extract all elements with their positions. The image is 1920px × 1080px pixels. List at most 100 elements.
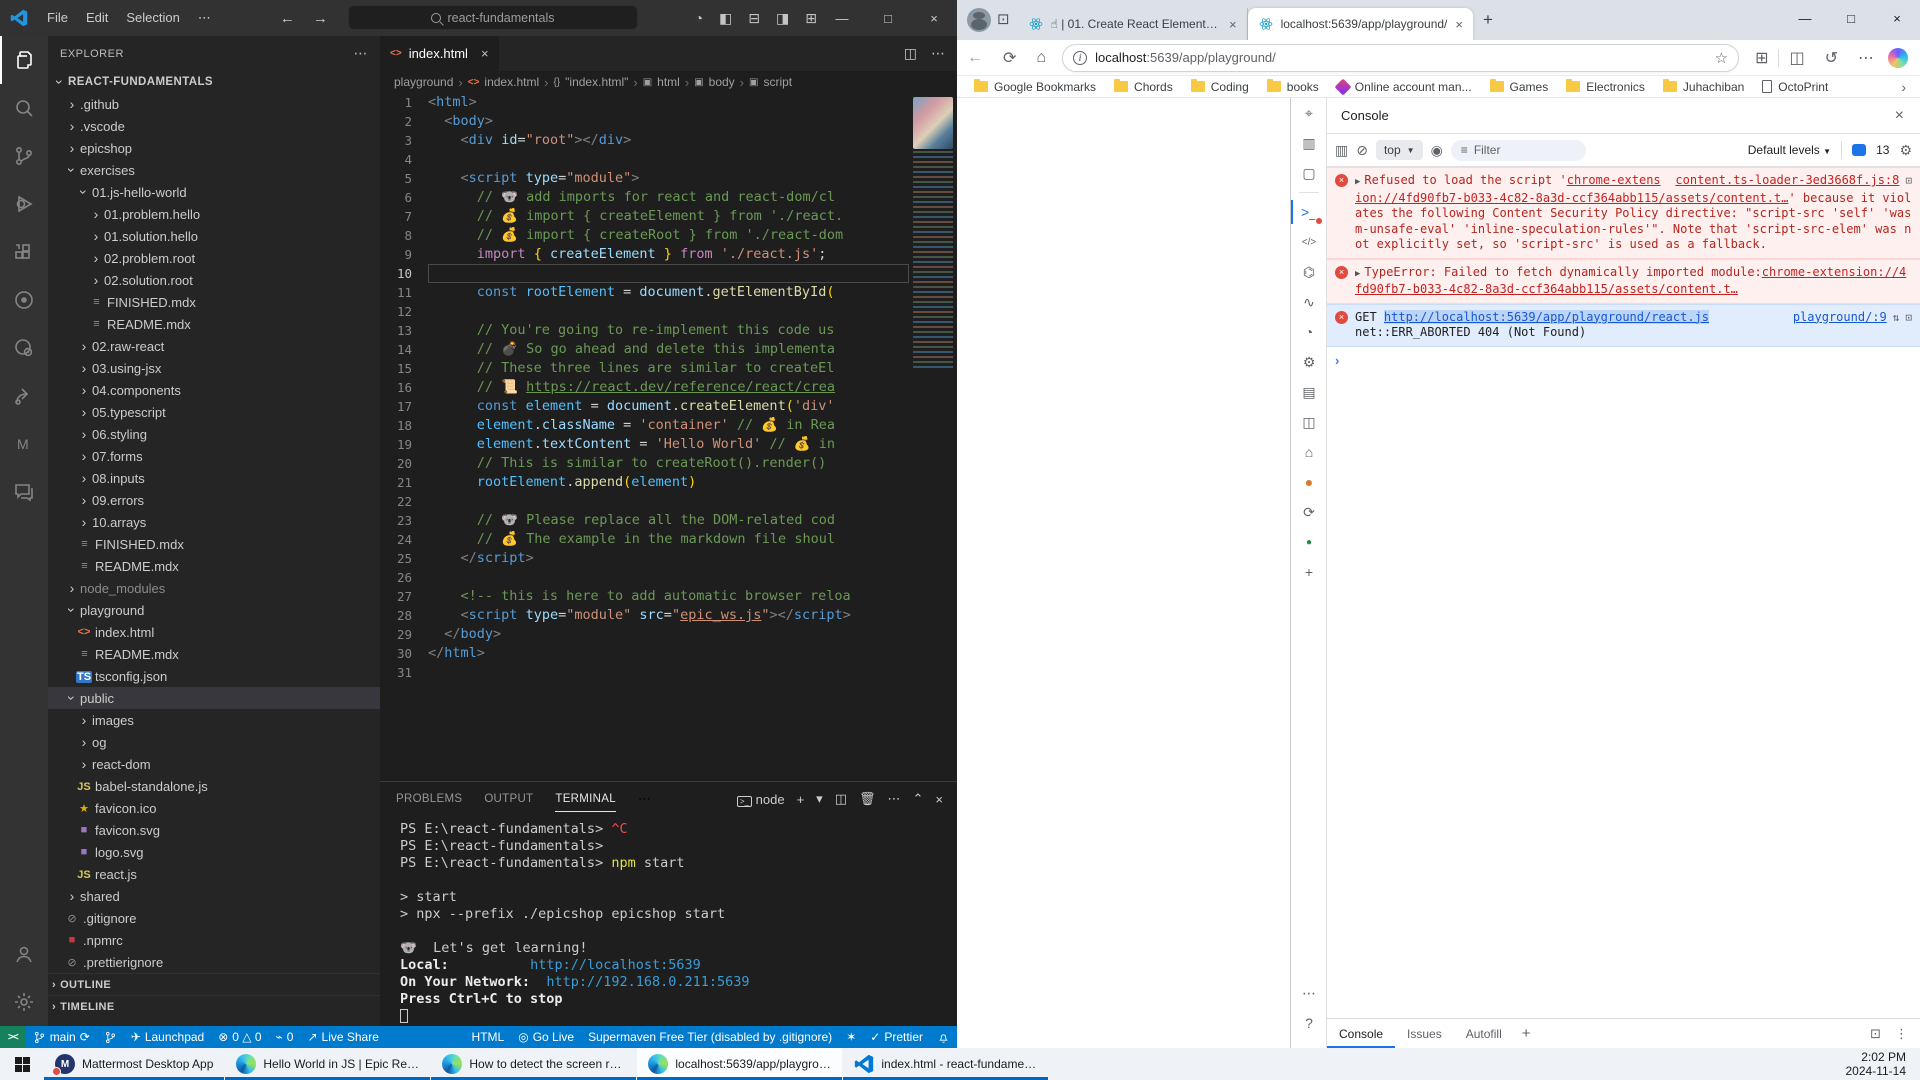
tree-item-index-html[interactable]: <>index.html <box>48 621 380 643</box>
context-selector[interactable]: top▼ <box>1376 140 1423 160</box>
close-tab-icon[interactable]: × <box>1455 17 1463 32</box>
tree-item-playground[interactable]: ›playground <box>48 599 380 621</box>
terminal-shell-label[interactable]: >_ node <box>737 792 785 807</box>
supermaven-button[interactable]: Supermaven Free Tier (disabled by .gitig… <box>581 1026 839 1048</box>
drawer-action-icon[interactable]: ⊡ <box>1870 1026 1881 1042</box>
extensions-icon[interactable] <box>0 228 48 276</box>
tree-item-09-errors[interactable]: ›09.errors <box>48 489 380 511</box>
customize-layout-icon[interactable]: ⊞ <box>805 10 817 27</box>
start-button[interactable] <box>0 1048 44 1080</box>
minimize-button[interactable]: — <box>1782 0 1828 36</box>
kill-terminal-icon[interactable]: 🗑 <box>859 791 876 807</box>
toggle-sidebar-icon[interactable]: ◧ <box>719 10 732 27</box>
bookmark-games[interactable]: Games <box>1481 80 1558 94</box>
nav-forward-icon[interactable]: → <box>313 10 328 27</box>
bookmark-juhachiban[interactable]: Juhachiban <box>1654 80 1753 94</box>
run-debug-icon[interactable] <box>0 180 48 228</box>
gitlens-button[interactable] <box>97 1026 124 1048</box>
breadcrumb-item[interactable]: html <box>657 75 680 89</box>
help-icon[interactable]: ? <box>1291 1008 1327 1038</box>
bookmark-octoprint[interactable]: OctoPrint <box>1753 80 1837 94</box>
taskbar-vscode[interactable]: index.html - react-fundamentals -... <box>843 1048 1048 1080</box>
taskbar-edge-3[interactable]: localhost:5639/app/playground/ a... <box>637 1048 842 1080</box>
section-outline[interactable]: ›OUTLINE <box>48 973 380 995</box>
close-tab-icon[interactable]: × <box>1229 17 1237 32</box>
console-sidebar-icon[interactable]: ▥ <box>1335 142 1348 159</box>
menu-selection[interactable]: Selection <box>117 10 188 26</box>
back-icon[interactable]: ← <box>957 49 993 67</box>
nav-back-icon[interactable]: ← <box>280 10 295 27</box>
toggle-panel-icon[interactable]: ⊟ <box>748 10 760 27</box>
breadcrumb[interactable]: playground›<>index.html›{}"index.html"›▣… <box>380 71 957 93</box>
taskbar-mattermost[interactable]: MMattermost Desktop App <box>44 1048 224 1080</box>
tree-item-03-using-jsx[interactable]: ›03.using-jsx <box>48 357 380 379</box>
refresh-icon[interactable]: ⟳ <box>993 48 1026 68</box>
home-icon[interactable]: ⌂ <box>1291 437 1327 467</box>
maximize-panel-icon[interactable]: ⌃ <box>913 791 924 807</box>
close-tab-icon[interactable]: × <box>481 46 489 61</box>
tree-item-react-js[interactable]: JSreact.js <box>48 863 380 885</box>
share-icon[interactable] <box>0 372 48 420</box>
network-icon[interactable]: ∿ <box>1291 287 1327 317</box>
tree-item-epicshop[interactable]: ›epicshop <box>48 137 380 159</box>
console-filter-input[interactable]: ≡ Filter <box>1451 140 1586 161</box>
mattermost-icon[interactable]: M <box>0 420 48 468</box>
notifications-bell-icon[interactable] <box>930 1026 957 1048</box>
device-toolbar-icon[interactable]: ▥ <box>1291 128 1327 158</box>
performance-icon[interactable]: ◔ <box>1291 317 1327 347</box>
workspaces-icon[interactable]: ⊡ <box>997 10 1010 28</box>
taskbar-clock[interactable]: 2:02 PM 2024-11-14 <box>1846 1048 1920 1080</box>
more-icon[interactable]: ⋯ <box>1848 48 1884 68</box>
tree-item-02-problem-root[interactable]: ›02.problem.root <box>48 247 380 269</box>
problems-button[interactable]: ⊗0 △ 0 <box>211 1026 268 1048</box>
tree-item-favicon-svg[interactable]: ■favicon.svg <box>48 819 380 841</box>
tree-item-readme-mdx[interactable]: ≡README.mdx <box>48 555 380 577</box>
close-button[interactable]: × <box>1874 0 1920 36</box>
tree-item-shared[interactable]: ›shared <box>48 885 380 907</box>
tree-item-react-fundamentals[interactable]: ›REACT-FUNDAMENTALS <box>48 71 380 93</box>
split-editor-icon[interactable]: ◫ <box>904 45 917 62</box>
bookmark-books[interactable]: books <box>1258 80 1328 94</box>
tree-item-favicon-ico[interactable]: ★favicon.ico <box>48 797 380 819</box>
add-panel-icon[interactable]: + <box>1291 557 1327 587</box>
breadcrumb-item[interactable]: "index.html" <box>565 75 628 89</box>
add-drawer-tab-icon[interactable]: + <box>1514 1025 1539 1042</box>
remote-button[interactable]: >< <box>0 1026 26 1048</box>
tree-item-react-dom[interactable]: ›react-dom <box>48 753 380 775</box>
maximize-button[interactable]: □ <box>865 0 911 36</box>
messages-bubble-icon[interactable] <box>1852 144 1866 156</box>
editor-more-icon[interactable]: ⋯ <box>931 45 945 62</box>
tree-item--npmrc[interactable]: ■.npmrc <box>48 929 380 951</box>
profile-avatar[interactable] <box>967 8 991 32</box>
ports-button[interactable]: ⌁0 <box>269 1026 301 1048</box>
bookmark-online-account-man-[interactable]: Online account man... <box>1328 80 1481 94</box>
search-icon[interactable] <box>0 84 48 132</box>
cookie-icon[interactable]: ● <box>1291 467 1327 497</box>
launchpad-button[interactable]: ✈Launchpad <box>124 1026 211 1048</box>
tree-item-finished-mdx[interactable]: ≡FINISHED.mdx <box>48 291 380 313</box>
breadcrumb-item[interactable]: playground <box>394 75 453 89</box>
tree-item-02-solution-root[interactable]: ›02.solution.root <box>48 269 380 291</box>
language-mode-button[interactable]: HTML <box>465 1026 512 1048</box>
browser-tab-1[interactable]: ☝ | 01. Create React Elements | 0× <box>1018 8 1248 40</box>
add-favorite-star-icon[interactable]: ☆ <box>1715 49 1728 67</box>
bookmark-google-bookmarks[interactable]: Google Bookmarks <box>965 80 1105 94</box>
drawer-tab-console[interactable]: Console <box>1327 1019 1395 1048</box>
console-message-2[interactable]: ×▶TypeError: Failed to fetch dynamically… <box>1327 259 1920 304</box>
tree-item-02-raw-react[interactable]: ›02.raw-react <box>48 335 380 357</box>
bookmarks-overflow-icon[interactable]: › <box>1901 79 1920 95</box>
site-info-icon[interactable]: i <box>1073 51 1087 65</box>
sources-icon[interactable]: </> <box>1291 227 1327 257</box>
panel-tabs-more-icon[interactable]: ⋯ <box>638 791 651 807</box>
tree-item-babel-standalone-js[interactable]: JSbabel-standalone.js <box>48 775 380 797</box>
tree-item-public[interactable]: ›public <box>48 687 380 709</box>
section-timeline[interactable]: ›TIMELINE <box>48 995 380 1017</box>
git-branch-button[interactable]: main⟳ <box>26 1026 97 1048</box>
profile-icon[interactable]: ◔ <box>695 10 703 26</box>
bookmark-chords[interactable]: Chords <box>1105 80 1182 94</box>
tree-item-01-problem-hello[interactable]: ›01.problem.hello <box>48 203 380 225</box>
clear-console-icon[interactable]: ⊘ <box>1356 142 1368 159</box>
message-meta-icon[interactable]: ⇅ <box>1893 311 1900 324</box>
tree-item--github[interactable]: ›.github <box>48 93 380 115</box>
minimap[interactable] <box>909 93 957 781</box>
